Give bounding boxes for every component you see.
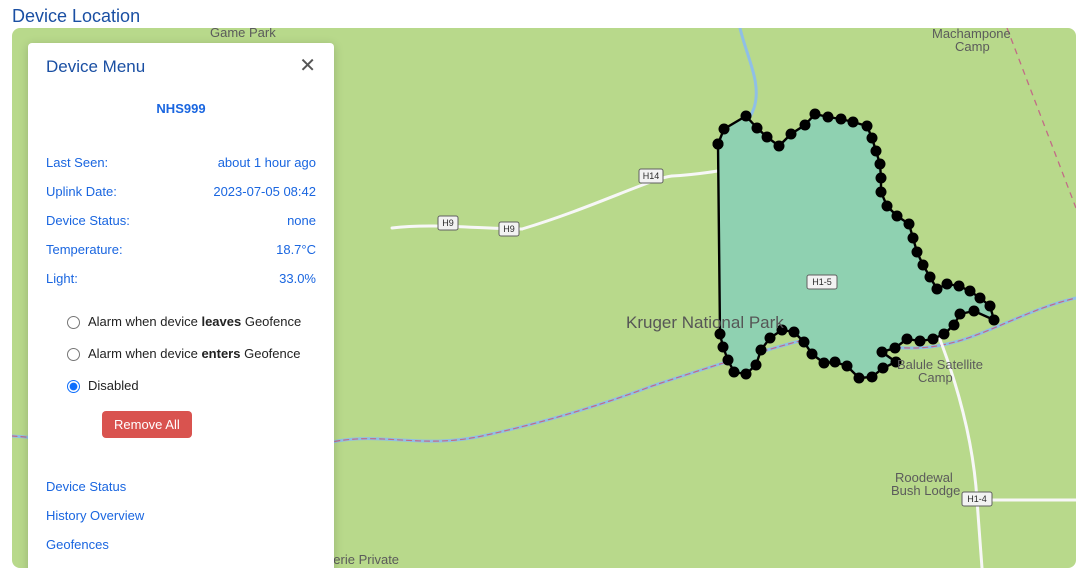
map-container[interactable]: Game ParkMachamponeCampKruger National P… — [12, 28, 1076, 568]
svg-text:H9: H9 — [442, 218, 454, 228]
alarm-enters-bold: enters — [201, 346, 240, 361]
link-geofences[interactable]: Geofences — [46, 530, 316, 559]
alarm-leaves-prefix: Alarm when device — [88, 314, 201, 329]
alarm-leaves-suffix: Geofence — [241, 314, 301, 329]
alarm-enters-option[interactable]: Alarm when device enters Geofence — [46, 337, 316, 369]
alarm-options: Alarm when device leaves Geofence Alarm … — [46, 305, 316, 438]
device-info-list: Last Seen: about 1 hour ago Uplink Date:… — [46, 148, 316, 293]
alarm-leaves-bold: leaves — [201, 314, 241, 329]
svg-text:Camp: Camp — [955, 39, 990, 54]
svg-text:H1-4: H1-4 — [967, 494, 987, 504]
alarm-enters-prefix: Alarm when device — [88, 346, 201, 361]
temperature-value: 18.7°C — [276, 242, 316, 257]
alarm-disabled-option[interactable]: Disabled — [46, 369, 316, 401]
uplink-date-value: 2023-07-05 08:42 — [213, 184, 316, 199]
svg-text:H14: H14 — [643, 171, 660, 181]
alarm-enters-radio[interactable] — [67, 348, 80, 361]
link-device-status[interactable]: Device Status — [46, 472, 316, 501]
close-icon[interactable]: ✕ — [299, 56, 316, 76]
link-history-overview[interactable]: History Overview — [46, 501, 316, 530]
device-links: Device Status History Overview Geofences — [46, 472, 316, 559]
last-seen-value: about 1 hour ago — [218, 155, 316, 170]
svg-text:H9: H9 — [503, 224, 515, 234]
svg-text:Game Park: Game Park — [210, 28, 276, 40]
svg-text:H1-5: H1-5 — [812, 277, 832, 287]
device-status-value: none — [287, 213, 316, 228]
alarm-disabled-label: Disabled — [88, 378, 139, 393]
alarm-leaves-radio[interactable] — [67, 316, 80, 329]
uplink-date-label: Uplink Date: — [46, 184, 117, 199]
last-seen-label: Last Seen: — [46, 155, 108, 170]
alarm-leaves-option[interactable]: Alarm when device leaves Geofence — [46, 305, 316, 337]
device-id[interactable]: NHS999 — [46, 101, 316, 116]
light-value: 33.0% — [279, 271, 316, 286]
svg-text:Bush Lodge: Bush Lodge — [891, 483, 960, 498]
remove-all-button[interactable]: Remove All — [102, 411, 192, 438]
device-status-label: Device Status: — [46, 213, 130, 228]
light-label: Light: — [46, 271, 78, 286]
device-menu-panel: Device Menu ✕ NHS999 Last Seen: about 1 … — [28, 43, 334, 568]
temperature-label: Temperature: — [46, 242, 123, 257]
device-menu-title: Device Menu — [46, 57, 145, 77]
page-title: Device Location — [12, 6, 140, 27]
map-border — [1007, 28, 1076, 208]
svg-text:Camp: Camp — [918, 370, 953, 385]
alarm-enters-suffix: Geofence — [240, 346, 300, 361]
svg-text:Kruger National Park: Kruger National Park — [626, 313, 784, 332]
alarm-disabled-radio[interactable] — [67, 380, 80, 393]
